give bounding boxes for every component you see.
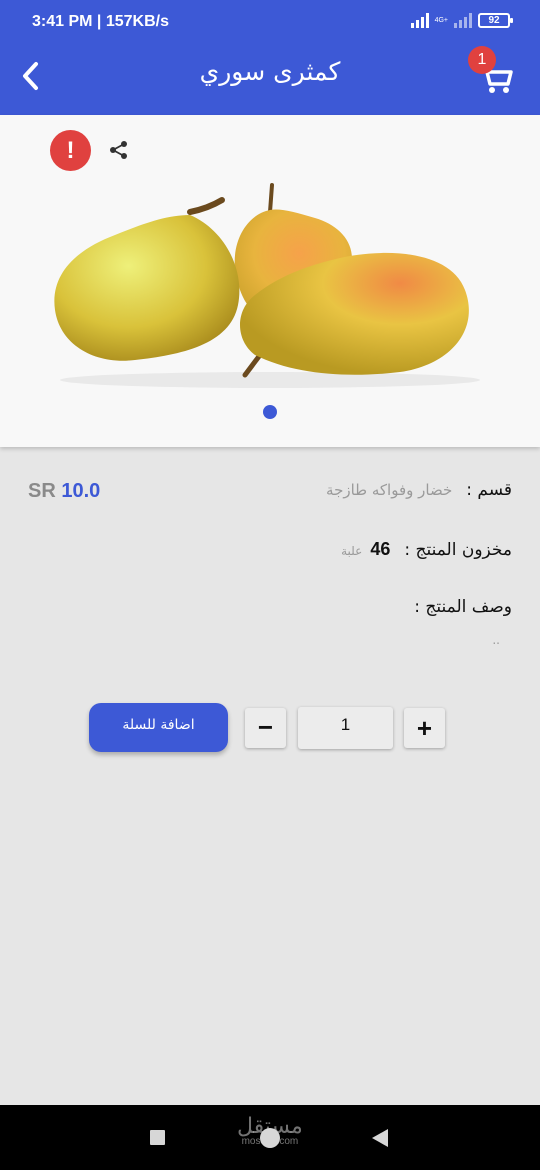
description-text: .. — [492, 633, 500, 647]
category-value: خضار وفواكه طازجة — [326, 481, 453, 499]
product-image — [54, 183, 480, 388]
page-title: كمثرى سوري — [199, 57, 341, 86]
status-time: 3:41 PM | 157KB/s — [32, 13, 169, 30]
category-row: قسم : خضار وفواكه طازجة — [326, 480, 512, 500]
description-row: وصف المنتج : — [414, 597, 512, 617]
price-value: 10.0 — [61, 480, 101, 502]
share-button[interactable] — [108, 139, 130, 161]
share-icon — [110, 141, 127, 159]
battery-icon: 92 — [478, 12, 513, 28]
product-image-carousel[interactable]: ! — [0, 115, 540, 447]
system-back-button[interactable] — [372, 1129, 388, 1147]
stock-unit: علبة — [341, 544, 363, 558]
stock-value: 46 — [370, 539, 391, 559]
quantity-increase-button[interactable]: + — [404, 708, 445, 748]
quantity-input[interactable]: 1 — [298, 707, 393, 749]
app-bar: كمثرى سوري 1 — [0, 40, 540, 115]
price-currency: SR — [28, 480, 56, 502]
quantity-decrease-button[interactable]: − — [245, 708, 286, 748]
product-price: SR 10.0 — [28, 480, 100, 503]
recents-button[interactable] — [150, 1130, 165, 1145]
signal-icon — [410, 12, 429, 28]
signal-secondary-icon — [454, 12, 472, 28]
report-alert-icon[interactable]: ! — [50, 130, 91, 171]
category-label: قسم : — [466, 480, 512, 500]
system-nav-bar: مستقل mostaql.com — [0, 1105, 540, 1170]
network-type-label: 4G+ — [434, 16, 448, 24]
cart-count-badge: 1 — [468, 46, 496, 74]
carousel-indicator-dot[interactable] — [263, 405, 277, 419]
add-to-cart-button[interactable]: اضافة للسلة — [89, 703, 228, 752]
status-icons: 4G+ 92 — [410, 12, 513, 28]
description-label: وصف المنتج : — [414, 597, 512, 617]
status-bar: 3:41 PM | 157KB/s 4G+ 92 — [0, 0, 540, 40]
stock-label: مخزون المنتج : — [404, 540, 512, 560]
stock-row: مخزون المنتج : 46 علبة — [341, 539, 512, 560]
home-button[interactable] — [260, 1128, 280, 1148]
